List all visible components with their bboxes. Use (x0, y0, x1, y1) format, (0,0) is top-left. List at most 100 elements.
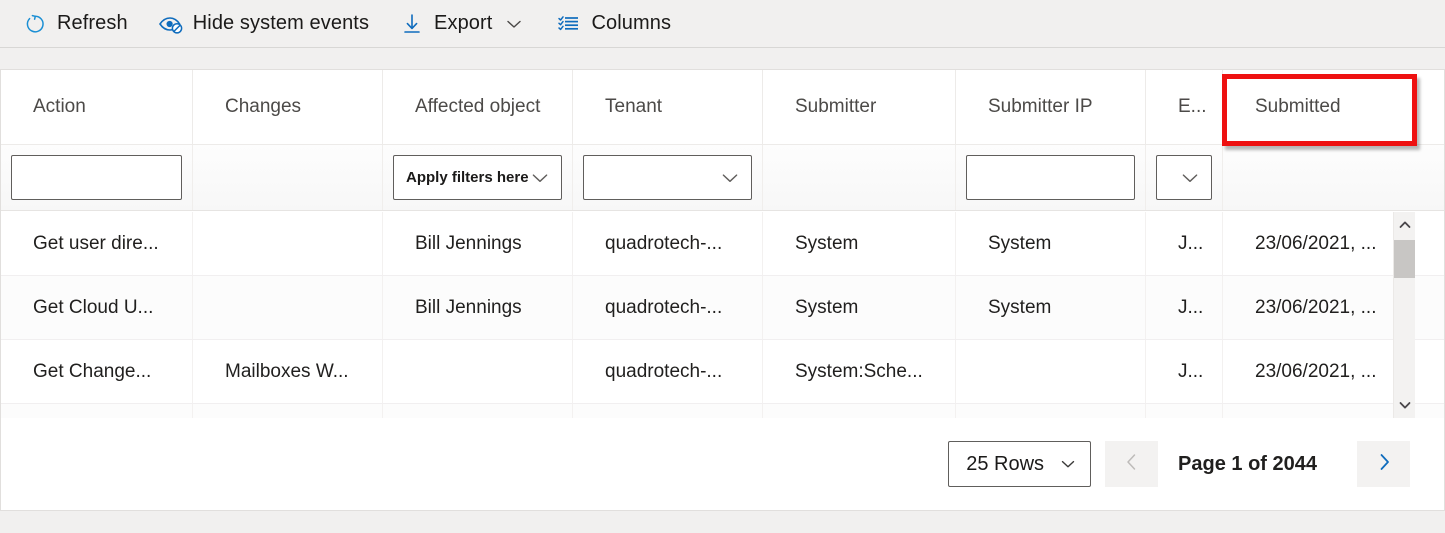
cell-tenant: quadrotech-... (573, 340, 763, 403)
cell-text: quadrotech-... (605, 233, 722, 255)
cell-text: 23/06/2021, ... (1255, 361, 1377, 383)
cell-text: Get user dire... (33, 233, 159, 255)
column-header-tenant[interactable]: Tenant (573, 70, 763, 144)
cell-e: J... (1146, 212, 1223, 275)
cell-text: J... (1178, 297, 1203, 319)
filter-cell-submitter-ip (956, 145, 1146, 210)
eye-off-icon (158, 12, 184, 36)
chevron-down-icon (529, 167, 551, 189)
vertical-scrollbar[interactable] (1393, 212, 1415, 418)
cell-changes: Mailboxes W... (193, 340, 383, 403)
grid-filter-row: Apply filters here (1, 145, 1444, 211)
cell-submitter: System:Sche... (763, 340, 956, 403)
scroll-down-button[interactable] (1394, 392, 1415, 418)
table-row[interactable]: Get Change...Distribution...quadrotech..… (1, 404, 1444, 418)
toolbar: Refresh Hide system events Export (0, 0, 1445, 48)
column-header-label: Submitter (795, 96, 876, 118)
cell-text: Mailboxes W... (225, 361, 349, 383)
column-header-label: E... (1178, 96, 1207, 118)
column-header-action[interactable]: Action (1, 70, 193, 144)
cell-submitter: System (763, 276, 956, 339)
column-header-label: Submitted (1255, 96, 1341, 118)
refresh-button[interactable]: Refresh (22, 4, 128, 44)
filter-cell-e (1146, 145, 1223, 210)
filter-input-action[interactable] (11, 155, 182, 200)
column-header-label: Submitter IP (988, 96, 1093, 118)
cell-text: System (988, 233, 1051, 255)
column-header-label: Action (33, 96, 86, 118)
cell-affected (383, 340, 573, 403)
cell-changes: Distribution... (193, 404, 383, 418)
cell-text: J... (1178, 361, 1203, 383)
page-indicator: Page 1 of 2044 (1178, 453, 1317, 476)
column-header-submitted[interactable]: Submitted (1223, 70, 1445, 144)
chevron-right-icon (1373, 451, 1395, 478)
cell-submitter-ip (956, 340, 1146, 403)
filter-cell-submitter (763, 145, 956, 210)
columns-icon (556, 12, 582, 36)
table-row[interactable]: Get Cloud U... Bill Jennings quadrotech-..… (1, 276, 1444, 340)
previous-page-button[interactable] (1105, 441, 1158, 487)
cell-text: System (795, 233, 858, 255)
cell-text: Get Cloud U... (33, 297, 153, 319)
cell-text: Get Change... (33, 361, 151, 383)
cell-text: quadrotech-... (605, 297, 722, 319)
rows-per-page-select[interactable]: 25 Rows (948, 441, 1091, 487)
pagination-bar: 25 Rows Page 1 of 2044 (1, 418, 1444, 510)
scroll-up-button[interactable] (1394, 212, 1415, 238)
cell-action: Get user dire... (1, 212, 193, 275)
next-page-button[interactable] (1357, 441, 1410, 487)
audit-log-grid: Action Changes Affected object Tenant Submit… (0, 69, 1445, 511)
chevron-down-icon (1179, 167, 1201, 189)
cell-text: 23/06/2021, ... (1255, 233, 1377, 255)
chevron-down-icon[interactable] (502, 12, 526, 36)
chevron-left-icon (1121, 451, 1143, 478)
grid-body: Get user dire... Bill Jennings quadrotech-… (1, 212, 1444, 418)
export-button[interactable]: Export (399, 4, 526, 44)
column-header-label: Affected object (415, 96, 540, 118)
filter-cell-affected: Apply filters here (383, 145, 573, 210)
grid-inner: Action Changes Affected object Tenant Submit… (0, 70, 1445, 510)
cell-e: J... (1146, 340, 1223, 403)
columns-button[interactable]: Columns (556, 4, 671, 44)
cell-action: Get Change... (1, 404, 193, 418)
cell-text: Bill Jennings (415, 233, 522, 255)
hide-system-events-label: Hide system events (193, 12, 369, 35)
chevron-down-icon (719, 167, 741, 189)
cell-submitter-ip: System (956, 212, 1146, 275)
download-icon (399, 12, 425, 36)
column-header-changes[interactable]: Changes (193, 70, 383, 144)
filter-cell-tenant (573, 145, 763, 210)
chevron-down-icon (1058, 454, 1078, 474)
table-row[interactable]: Get user dire... Bill Jennings quadrotech-… (1, 212, 1444, 276)
filter-cell-changes (193, 145, 383, 210)
filter-value: Apply filters here (406, 169, 529, 186)
filter-dropdown-e[interactable] (1156, 155, 1212, 200)
cell-action: Get Cloud U... (1, 276, 193, 339)
filter-input-submitter-ip[interactable] (966, 155, 1135, 200)
cell-text: Bill Jennings (415, 297, 522, 319)
cell-text: quadrotech-... (605, 361, 722, 383)
cell-submitter-ip: System (956, 276, 1146, 339)
refresh-icon (22, 12, 48, 36)
column-header-submitter-ip[interactable]: Submitter IP (956, 70, 1146, 144)
filter-dropdown-tenant[interactable] (583, 155, 752, 200)
column-header-label: Changes (225, 96, 301, 118)
cell-submitter-ip (956, 404, 1146, 418)
filter-dropdown-affected[interactable]: Apply filters here (393, 155, 562, 200)
cell-text: J... (1178, 233, 1203, 255)
column-header-e[interactable]: E... (1146, 70, 1223, 144)
table-row[interactable]: Get Change... Mailboxes W... quadrotech-..… (1, 340, 1444, 404)
column-header-submitter[interactable]: Submitter (763, 70, 956, 144)
cell-text: System (795, 297, 858, 319)
cell-affected: Bill Jennings (383, 276, 573, 339)
scrollbar-thumb[interactable] (1394, 240, 1415, 278)
cell-e: J... (1146, 276, 1223, 339)
cell-changes (193, 276, 383, 339)
cell-tenant: quadrotech-... (573, 276, 763, 339)
cell-changes (193, 212, 383, 275)
cell-submitter: System (763, 212, 956, 275)
hide-system-events-button[interactable]: Hide system events (158, 4, 369, 44)
column-header-label: Tenant (605, 96, 662, 118)
column-header-affected[interactable]: Affected object (383, 70, 573, 144)
